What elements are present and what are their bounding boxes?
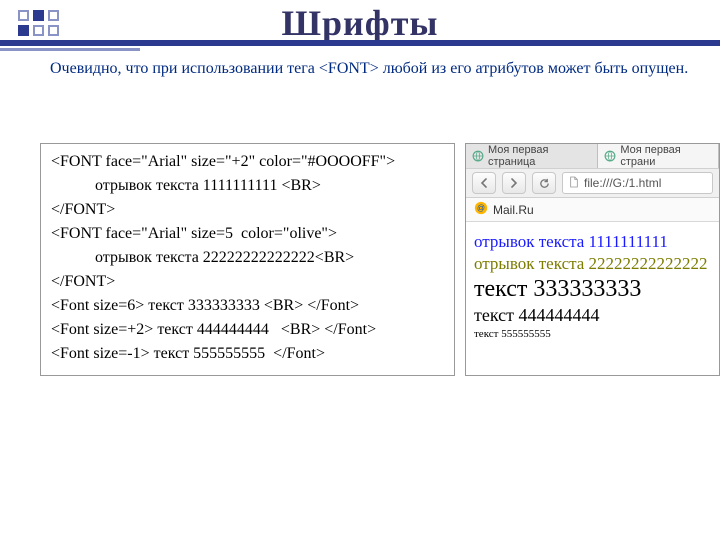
code-panel: <FONT face="Arial" size="+2" color="#OOO… <box>40 143 455 376</box>
code-line: <Font size=6> текст 333333333 <BR> </Fon… <box>51 294 444 318</box>
globe-icon <box>472 150 484 162</box>
code-line: <FONT face="Arial" size=5 color="olive"> <box>51 222 444 246</box>
file-icon <box>569 176 579 191</box>
mailru-icon: @ <box>474 201 488 218</box>
rendered-line: текст 555555555 <box>474 328 711 340</box>
browser-panel: Моя первая страница Моя первая страни <box>465 143 720 376</box>
code-line: отрывок текста 22222222222222<BR> <box>51 246 444 270</box>
browser-tab-active[interactable]: Моя первая страни <box>598 144 719 168</box>
svg-text:@: @ <box>477 204 485 213</box>
code-line: </FONT> <box>51 198 444 222</box>
bookmark-item[interactable]: Mail.Ru <box>493 203 534 217</box>
browser-tab-inactive[interactable]: Моя первая страница <box>466 144 598 168</box>
globe-icon <box>604 150 616 162</box>
bookmark-bar: @ Mail.Ru <box>466 198 719 222</box>
code-line: отрывок текста 1111111111 <BR> <box>51 174 444 198</box>
rendered-page: отрывок текста 1111111111 отрывок текста… <box>466 222 719 350</box>
rendered-line: отрывок текста 22222222222222 <box>474 254 711 274</box>
forward-button[interactable] <box>502 172 526 194</box>
code-line: <Font size=-1> текст 555555555 </Font> <box>51 342 444 366</box>
browser-tabbar: Моя первая страница Моя первая страни <box>466 144 719 168</box>
code-line: </FONT> <box>51 270 444 294</box>
title-underline <box>0 40 720 51</box>
url-text: file:///G:/1.html <box>584 176 661 190</box>
slide-title: Шрифты <box>0 2 720 44</box>
reload-button[interactable] <box>532 172 556 194</box>
tab-label: Моя первая страница <box>488 144 591 168</box>
code-line: <Font size=+2> текст 444444444 <BR> </Fo… <box>51 318 444 342</box>
back-button[interactable] <box>472 172 496 194</box>
rendered-line: отрывок текста 1111111111 <box>474 232 711 252</box>
rendered-line: текст 444444444 <box>474 305 711 326</box>
browser-address-bar: file:///G:/1.html <box>466 168 719 198</box>
tab-label: Моя первая страни <box>620 144 712 168</box>
example-panels: <FONT face="Arial" size="+2" color="#OOO… <box>40 143 720 376</box>
url-field[interactable]: file:///G:/1.html <box>562 172 713 194</box>
intro-paragraph: Очевидно, что при использовании тега <FO… <box>50 58 690 80</box>
rendered-line: текст 333333333 <box>474 276 711 303</box>
code-line: <FONT face="Arial" size="+2" color="#OOO… <box>51 150 444 174</box>
